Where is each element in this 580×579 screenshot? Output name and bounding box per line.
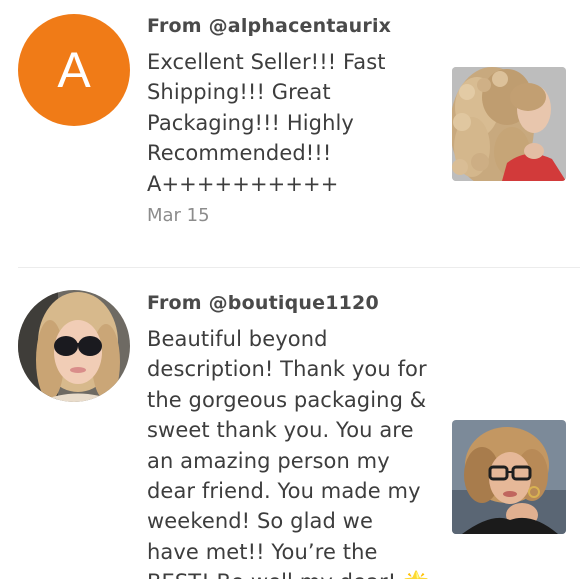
review-item: A From @alphacentaurix Excellent Seller!… bbox=[0, 0, 580, 267]
user-avatar[interactable] bbox=[18, 290, 130, 402]
glasses-woman-wig-photo bbox=[452, 420, 566, 534]
reviews-feed: A From @alphacentaurix Excellent Seller!… bbox=[0, 0, 580, 579]
listing-thumbnail[interactable] bbox=[452, 67, 566, 181]
review-item: From @boutique1120 Beautiful beyond desc… bbox=[0, 268, 580, 579]
review-text: Beautiful beyond description! Thank you … bbox=[147, 327, 429, 579]
curly-blonde-wig-photo bbox=[452, 67, 566, 181]
avatar-letter: A bbox=[57, 42, 91, 98]
review-author[interactable]: From @alphacentaurix bbox=[147, 15, 391, 37]
review-date: Mar 15 bbox=[147, 205, 210, 226]
review-text: Excellent Seller!!! Fast Shipping!!! Gre… bbox=[147, 50, 386, 196]
user-avatar[interactable]: A bbox=[18, 14, 130, 126]
review-author[interactable]: From @boutique1120 bbox=[147, 292, 379, 314]
sunglasses-woman-avatar-photo bbox=[18, 290, 130, 402]
listing-thumbnail[interactable] bbox=[452, 420, 566, 534]
